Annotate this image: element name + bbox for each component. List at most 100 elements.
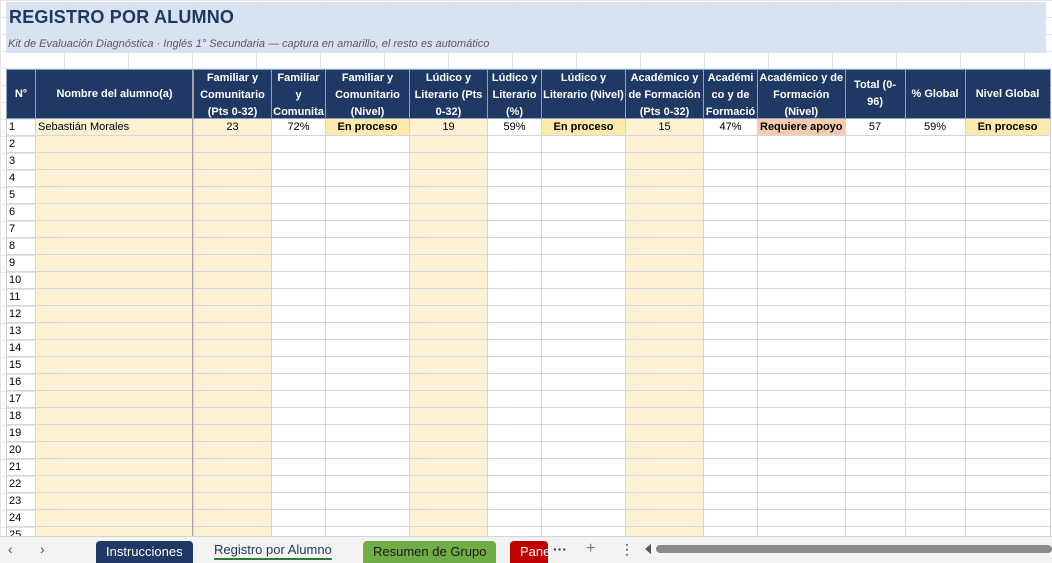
cell-af-pts[interactable]: [625, 220, 704, 238]
cell-ll-pct[interactable]: [487, 475, 542, 493]
cell-ll-lvl[interactable]: [541, 407, 626, 425]
column-header-total[interactable]: Total (0-96): [844, 69, 906, 119]
cell-total[interactable]: [844, 356, 906, 374]
cell-pct-global[interactable]: [904, 509, 966, 527]
cell-af-pct[interactable]: [703, 407, 758, 425]
cell-name[interactable]: Sebastián Morales: [35, 118, 194, 136]
cell-nivel-global[interactable]: [964, 152, 1051, 170]
cell-fc-pts[interactable]: [193, 254, 272, 272]
cell-af-pts[interactable]: [625, 305, 704, 323]
column-header-ll-pct[interactable]: Lúdico y Literario (%): [487, 69, 542, 119]
column-header-fc-pts[interactable]: Familiar y Comunitario (Pts 0-32): [193, 69, 272, 119]
cell-fc-pts[interactable]: [193, 203, 272, 221]
cell-af-lvl[interactable]: [757, 169, 846, 187]
cell-ll-pct[interactable]: [487, 441, 542, 459]
cell-total[interactable]: 57: [844, 118, 906, 136]
cell-af-pts[interactable]: [625, 237, 704, 255]
cell-name[interactable]: [35, 339, 194, 357]
cell-pct-global[interactable]: [904, 288, 966, 306]
cell-name[interactable]: [35, 407, 194, 425]
cell-name[interactable]: [35, 475, 194, 493]
cell-fc-pct[interactable]: [271, 288, 326, 306]
cell-af-pct[interactable]: [703, 373, 758, 391]
cell-fc-pct[interactable]: [271, 152, 326, 170]
tab-resumen-de-grupo[interactable]: Resumen de Grupo: [363, 541, 497, 563]
cell-ll-pts[interactable]: [409, 509, 488, 527]
cell-nivel-global[interactable]: [964, 220, 1051, 238]
cell-fc-pct[interactable]: [271, 424, 326, 442]
cell-pct-global[interactable]: [904, 254, 966, 272]
cell-ll-lvl[interactable]: [541, 373, 626, 391]
cell-name[interactable]: [35, 492, 194, 510]
cell-fc-pct[interactable]: [271, 271, 326, 289]
cell-af-pct[interactable]: [703, 152, 758, 170]
cell-fc-pct[interactable]: [271, 305, 326, 323]
cell-name[interactable]: [35, 458, 194, 476]
cell-fc-lvl[interactable]: [325, 305, 410, 323]
cell-af-pct[interactable]: [703, 203, 758, 221]
cell-fc-pts[interactable]: [193, 152, 272, 170]
cell-fc-pts[interactable]: [193, 271, 272, 289]
cell-name[interactable]: [35, 152, 194, 170]
cell-name[interactable]: [35, 441, 194, 459]
cell-name[interactable]: [35, 288, 194, 306]
cell-ll-pts[interactable]: [409, 288, 488, 306]
cell-af-pts[interactable]: [625, 526, 704, 536]
cell-nivel-global[interactable]: [964, 475, 1051, 493]
cell-pct-global[interactable]: [904, 220, 966, 238]
cell-ll-lvl[interactable]: [541, 169, 626, 187]
add-sheet-icon[interactable]: +: [586, 540, 595, 558]
cell-af-pts[interactable]: 15: [625, 118, 704, 136]
cell-af-pts[interactable]: [625, 509, 704, 527]
cell-fc-lvl[interactable]: [325, 135, 410, 153]
cell-fc-pct[interactable]: [271, 254, 326, 272]
cell-ll-pct[interactable]: [487, 458, 542, 476]
worksheet[interactable]: REGISTRO POR ALUMNO Kit de Evaluación Di…: [0, 0, 1052, 536]
cell-nivel-global[interactable]: [964, 203, 1051, 221]
cell-ll-pts[interactable]: 19: [409, 118, 488, 136]
cell-nivel-global[interactable]: [964, 254, 1051, 272]
cell-num[interactable]: 5: [6, 186, 36, 204]
cell-af-lvl[interactable]: [757, 254, 846, 272]
cell-pct-global[interactable]: [904, 373, 966, 391]
cell-fc-pts[interactable]: [193, 509, 272, 527]
cell-name[interactable]: [35, 169, 194, 187]
cell-af-lvl[interactable]: [757, 203, 846, 221]
cell-ll-lvl[interactable]: [541, 475, 626, 493]
more-sheets-icon[interactable]: ···: [553, 541, 567, 557]
cell-num[interactable]: 8: [6, 237, 36, 255]
cell-nivel-global[interactable]: [964, 390, 1051, 408]
cell-ll-lvl[interactable]: [541, 203, 626, 221]
cell-name[interactable]: [35, 526, 194, 536]
cell-num[interactable]: 19: [6, 424, 36, 442]
cell-af-pct[interactable]: [703, 492, 758, 510]
cell-nivel-global[interactable]: [964, 288, 1051, 306]
cell-name[interactable]: [35, 322, 194, 340]
cell-fc-pct[interactable]: [271, 407, 326, 425]
cell-fc-pts[interactable]: [193, 288, 272, 306]
cell-pct-global[interactable]: [904, 135, 966, 153]
cell-fc-lvl[interactable]: En proceso: [325, 118, 410, 136]
cell-fc-lvl[interactable]: [325, 220, 410, 238]
cell-fc-pct[interactable]: [271, 322, 326, 340]
cell-af-pts[interactable]: [625, 492, 704, 510]
cell-af-pts[interactable]: [625, 152, 704, 170]
tab-instrucciones[interactable]: Instrucciones: [96, 541, 193, 563]
cell-af-pct[interactable]: [703, 458, 758, 476]
cell-fc-lvl[interactable]: [325, 492, 410, 510]
cell-ll-lvl[interactable]: [541, 186, 626, 204]
cell-af-pct[interactable]: [703, 322, 758, 340]
cell-name[interactable]: [35, 356, 194, 374]
cell-num[interactable]: 22: [6, 475, 36, 493]
horizontal-scrollbar[interactable]: [656, 545, 1052, 553]
cell-af-pct[interactable]: 47%: [703, 118, 758, 136]
cell-nivel-global[interactable]: [964, 186, 1051, 204]
cell-af-lvl[interactable]: [757, 373, 846, 391]
cell-ll-pct[interactable]: [487, 356, 542, 374]
cell-pct-global[interactable]: [904, 152, 966, 170]
cell-num[interactable]: 12: [6, 305, 36, 323]
tab-scroll-right-icon[interactable]: ›: [40, 541, 45, 557]
cell-total[interactable]: [844, 475, 906, 493]
cell-ll-pct[interactable]: [487, 203, 542, 221]
cell-name[interactable]: [35, 424, 194, 442]
